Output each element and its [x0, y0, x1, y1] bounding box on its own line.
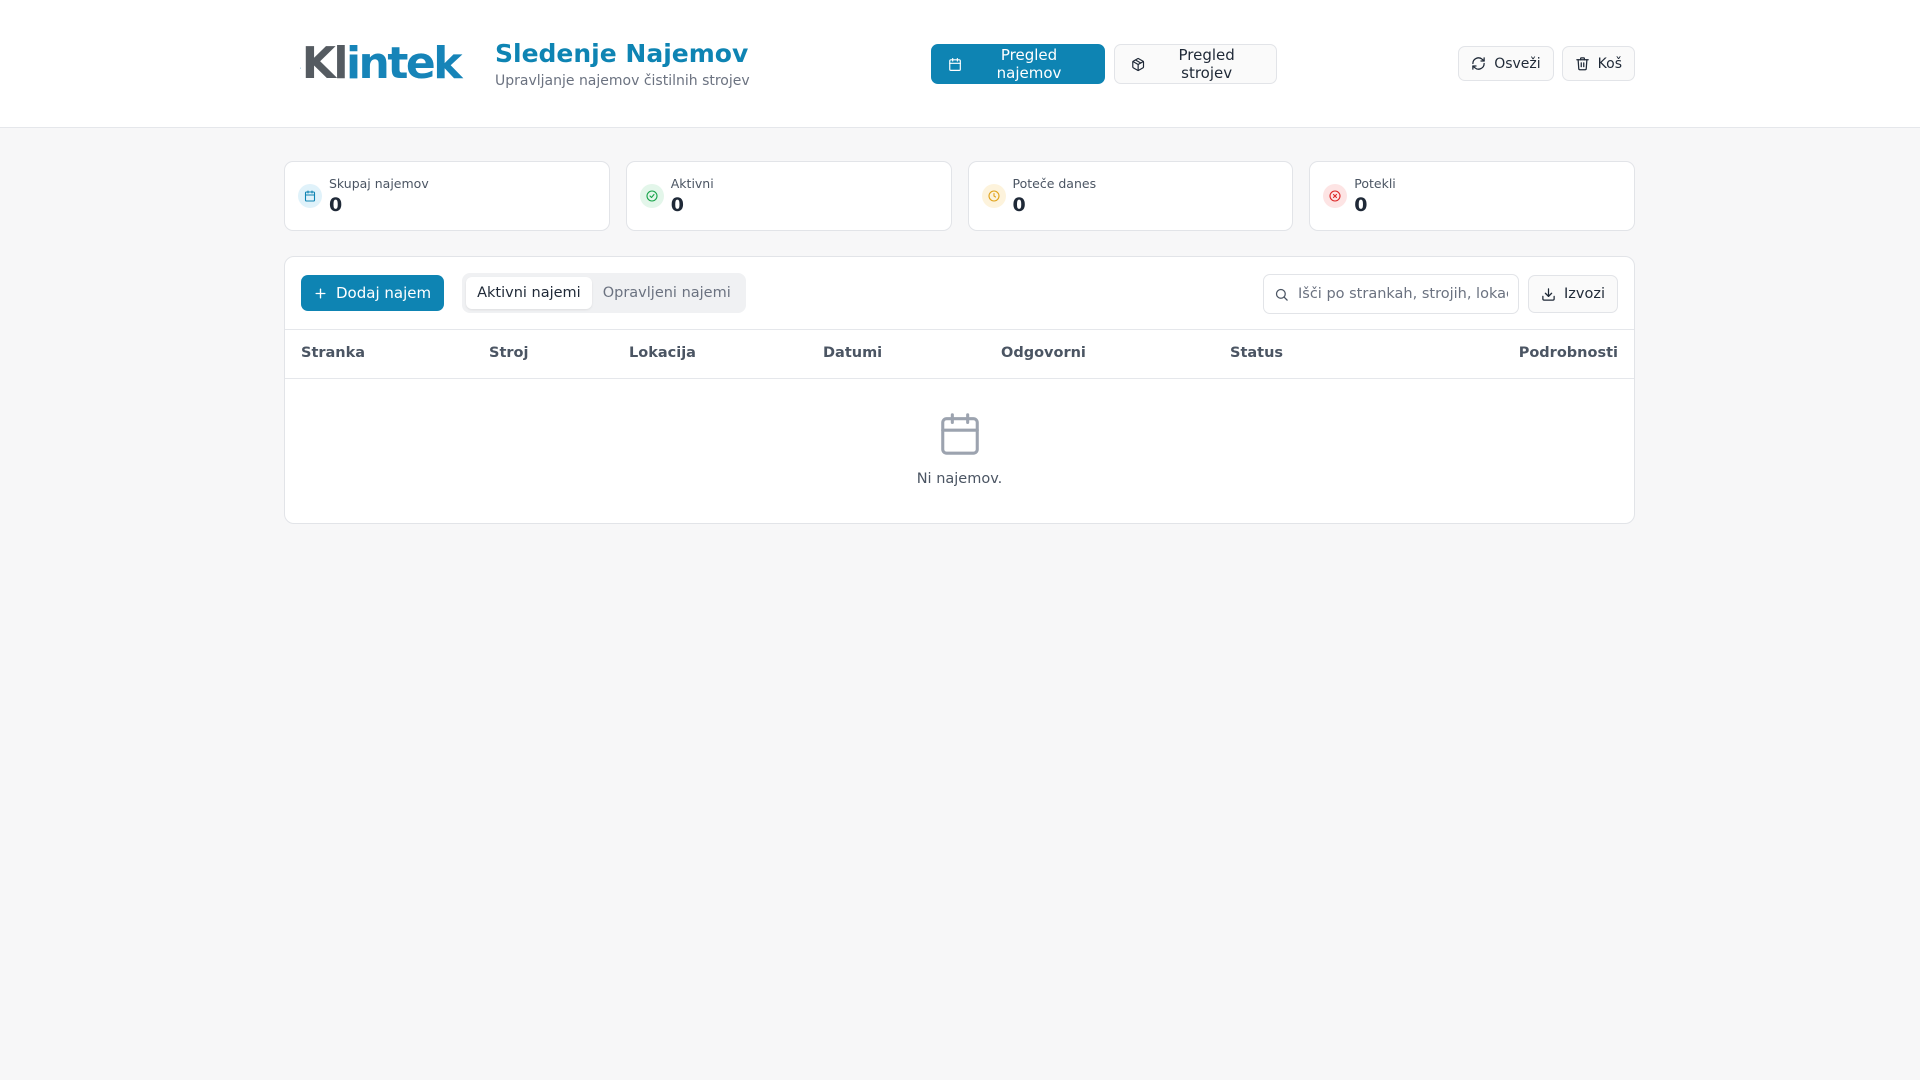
page-subtitle: Upravljanje najemov čistilnih strojev: [495, 73, 750, 89]
stat-label: Poteče danes: [1012, 176, 1097, 191]
package-icon: [1132, 57, 1145, 71]
plus-icon: [315, 287, 326, 299]
calendar-icon: [940, 413, 979, 455]
klintek-logo: Klintek: [300, 38, 463, 89]
trash-label: Koš: [1597, 55, 1622, 72]
search-icon: [1275, 288, 1288, 301]
rentals-overview-button[interactable]: Pregled najemov: [931, 44, 1105, 84]
stat-card-active: Aktivni 0: [625, 161, 952, 231]
table-header: Stranka Stroj Lokacija Datumi Odgovorni …: [285, 330, 1634, 379]
rentals-panel: Dodaj najem Aktivni najemi Opravljeni na…: [284, 256, 1635, 524]
download-icon: [1542, 287, 1555, 301]
main-content: Skupaj najemov 0 Aktivni 0 Poteče danes …: [284, 161, 1635, 524]
add-rental-button[interactable]: Dodaj najem: [301, 275, 445, 311]
stat-label: Potekli: [1354, 176, 1396, 191]
main-nav: Pregled najemov Pregled strojev: [931, 44, 1277, 84]
water-drop-icon: [300, 67, 301, 69]
column-header-dates[interactable]: Datumi: [823, 345, 882, 361]
clock-icon: [981, 184, 1006, 208]
check-circle-icon: [639, 184, 664, 208]
tab-completed-rentals[interactable]: Opravljeni najemi: [592, 277, 742, 309]
calendar-icon: [949, 57, 961, 71]
search-input[interactable]: [1298, 286, 1508, 302]
stat-value: 0: [670, 194, 684, 216]
stats-row: Skupaj najemov 0 Aktivni 0 Poteče danes …: [284, 161, 1635, 231]
page-title: Sledenje Najemov: [495, 39, 749, 68]
search-box: [1263, 274, 1519, 314]
calendar-icon: [298, 184, 322, 208]
trash-icon: [1575, 57, 1589, 71]
tab-active-rentals[interactable]: Aktivni najemi: [466, 277, 592, 309]
stat-card-expired: Potekli 0: [1309, 161, 1635, 231]
column-header-responsible[interactable]: Odgovorni: [1001, 345, 1086, 361]
rentals-toolbar: Dodaj najem Aktivni najemi Opravljeni na…: [285, 257, 1634, 330]
export-label: Izvozi: [1564, 286, 1605, 302]
column-header-details[interactable]: Podrobnosti: [1519, 345, 1618, 361]
logo-text-accent: intek: [345, 38, 463, 89]
logo-text-main: Kl: [301, 38, 349, 89]
column-header-status[interactable]: Status: [1230, 345, 1283, 361]
rentals-overview-label: Pregled najemov: [996, 46, 1062, 82]
machines-overview-label: Pregled strojev: [1178, 46, 1235, 82]
add-rental-label: Dodaj najem: [336, 284, 432, 302]
empty-state: Ni najemov.: [285, 379, 1634, 487]
refresh-button[interactable]: Osveži: [1458, 46, 1554, 81]
stat-label: Skupaj najemov: [329, 176, 429, 191]
stat-label: Aktivni: [670, 176, 714, 191]
title-block: Sledenje Najemov Upravljanje najemov čis…: [495, 39, 750, 89]
column-header-location[interactable]: Lokacija: [629, 345, 696, 361]
export-button[interactable]: Izvozi: [1528, 275, 1618, 313]
trash-button[interactable]: Koš: [1561, 46, 1635, 81]
stat-value: 0: [1012, 194, 1026, 216]
stat-card-expiring-today: Poteče danes 0: [967, 161, 1294, 231]
machines-overview-button[interactable]: Pregled strojev: [1114, 44, 1277, 84]
stat-value: 0: [329, 194, 343, 216]
refresh-icon: [1472, 57, 1485, 70]
stat-card-total: Skupaj najemov 0: [284, 161, 610, 231]
header-actions: Osveži Koš: [1458, 46, 1635, 81]
x-circle-icon: [1323, 184, 1348, 208]
column-header-machine[interactable]: Stroj: [489, 345, 528, 361]
refresh-label: Osveži: [1494, 55, 1541, 72]
stat-value: 0: [1354, 194, 1368, 216]
rental-status-tabs: Aktivni najemi Opravljeni najemi: [462, 273, 746, 313]
column-header-customer[interactable]: Stranka: [301, 345, 365, 361]
empty-message: Ni najemov.: [916, 471, 1003, 487]
app-header: Klintek Sledenje Najemov Upravljanje naj…: [0, 0, 1920, 128]
